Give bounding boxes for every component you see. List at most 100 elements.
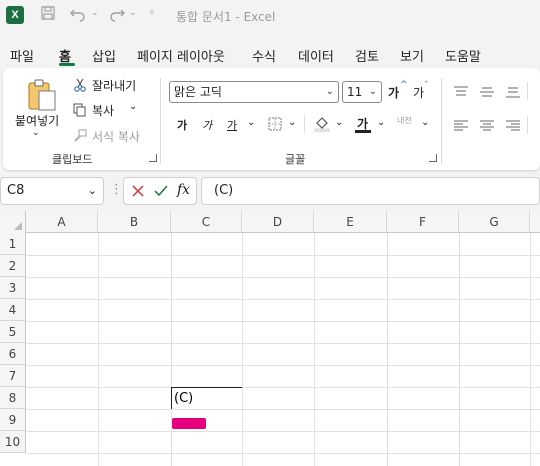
grid-line xyxy=(98,233,99,466)
underline-dropdown-icon[interactable]: ⌄ xyxy=(247,117,255,128)
underline-button[interactable]: 가 xyxy=(227,117,237,133)
align-right-icon[interactable] xyxy=(505,118,521,137)
name-box[interactable]: C8 ⌄ xyxy=(0,177,104,205)
select-all-corner[interactable] xyxy=(0,211,26,233)
row-header-1[interactable]: 1 xyxy=(0,233,26,255)
copy-button[interactable]: 복사 xyxy=(92,102,114,119)
copy-dropdown-icon[interactable]: ⌄ xyxy=(129,101,137,112)
border-icon[interactable] xyxy=(267,116,283,136)
cell-c8[interactable]: (C) xyxy=(174,391,193,406)
row-header-9[interactable]: 9 xyxy=(0,409,26,431)
redo-dropdown-icon[interactable]: ⌄ xyxy=(129,8,137,18)
paste-button-label[interactable]: 붙여넣기 xyxy=(15,112,59,129)
font-size-value: 11 xyxy=(347,85,363,99)
font-color-swatch xyxy=(355,130,371,133)
column-header-e[interactable]: E xyxy=(314,211,387,233)
grid-line xyxy=(26,453,540,454)
formula-buttons: fx xyxy=(123,177,197,205)
ribbon: 붙여넣기 ⌄ 잘라내기 복사 ⌄ 서식 복사 클립보드 맑은 고딕 ⌄ 11 ⌄… xyxy=(3,68,540,170)
border-dropdown-icon[interactable]: ⌄ xyxy=(288,117,296,128)
row-header-3[interactable]: 3 xyxy=(0,277,26,299)
bold-button[interactable]: 가 xyxy=(177,117,187,133)
column-header-a[interactable]: A xyxy=(26,211,98,233)
more-options-icon[interactable]: ⋮ xyxy=(110,183,123,197)
column-header-c[interactable]: C xyxy=(171,211,242,233)
undo-icon[interactable] xyxy=(69,4,87,26)
formula-input[interactable]: (C) xyxy=(201,177,540,205)
tab-file[interactable]: 파일 xyxy=(10,46,34,65)
column-header-b[interactable]: B xyxy=(98,211,171,233)
cut-button[interactable]: 잘라내기 xyxy=(92,77,136,94)
grid-line xyxy=(26,255,540,256)
enter-check-icon[interactable] xyxy=(153,183,169,203)
fill-color-dropdown-icon[interactable]: ⌄ xyxy=(335,117,343,128)
row-header-5[interactable]: 5 xyxy=(0,321,26,343)
tab-insert[interactable]: 삽입 xyxy=(92,46,116,65)
tab-view[interactable]: 보기 xyxy=(400,46,424,65)
excel-app-icon[interactable]: X xyxy=(6,6,24,24)
row-header-4[interactable]: 4 xyxy=(0,299,26,321)
align-center-icon[interactable] xyxy=(479,118,495,137)
clipboard-launcher-icon[interactable] xyxy=(149,154,157,162)
tab-page-layout[interactable]: 페이지 레이아웃 xyxy=(137,46,225,65)
font-size-select[interactable]: 11 ⌄ xyxy=(342,81,382,103)
column-header-f[interactable]: F xyxy=(387,211,459,233)
paste-icon[interactable] xyxy=(25,78,59,116)
grow-font-arrow-icon: ^ xyxy=(400,80,408,90)
font-name-select[interactable]: 맑은 고딕 ⌄ xyxy=(169,81,339,103)
insert-function-icon[interactable]: fx xyxy=(177,182,190,198)
grid-line xyxy=(459,233,460,466)
grid-line xyxy=(26,409,540,410)
ribbon-separator xyxy=(527,82,528,100)
copy-icon[interactable] xyxy=(73,102,87,121)
font-color-dropdown-icon[interactable]: ⌄ xyxy=(377,117,385,128)
align-top-icon[interactable] xyxy=(453,84,469,103)
row-header-6[interactable]: 6 xyxy=(0,343,26,365)
row-header-8[interactable]: 8 xyxy=(0,387,26,409)
select-all-triangle-icon xyxy=(14,222,22,230)
ribbon-separator xyxy=(304,115,305,133)
column-header-g[interactable]: G xyxy=(459,211,530,233)
customize-qat-icon[interactable]: ⩡ xyxy=(149,7,155,18)
title-bar: X ⌄ ⌄ ⩡ 통합 문서1 - Excel xyxy=(0,0,540,32)
italic-button[interactable]: 가 xyxy=(202,117,212,133)
grid-line xyxy=(242,233,243,466)
font-launcher-icon[interactable] xyxy=(429,154,437,162)
save-icon[interactable] xyxy=(40,5,56,25)
row-header-7[interactable]: 7 xyxy=(0,365,26,387)
ribbon-separator xyxy=(441,78,442,164)
grid-line xyxy=(26,299,540,300)
tab-data[interactable]: 데이터 xyxy=(298,46,334,65)
grid-line xyxy=(26,321,540,322)
phonetic-guide-button[interactable]: 내천 xyxy=(397,115,412,126)
grow-font-button[interactable]: 가 xyxy=(388,84,399,101)
fill-color-icon[interactable] xyxy=(313,114,331,136)
row-header-2[interactable]: 2 xyxy=(0,255,26,277)
grid-line xyxy=(171,233,172,466)
tab-review[interactable]: 검토 xyxy=(355,46,379,65)
column-header-d[interactable]: D xyxy=(242,211,314,233)
active-tab-indicator xyxy=(59,63,75,66)
paste-dropdown-icon[interactable]: ⌄ xyxy=(32,128,40,138)
cut-icon[interactable] xyxy=(73,77,87,96)
tab-formulas[interactable]: 수식 xyxy=(252,46,276,65)
shrink-font-arrow-icon: ˇ xyxy=(424,81,429,91)
window-title: 통합 문서1 - Excel xyxy=(176,10,276,24)
row-header-10[interactable]: 10 xyxy=(0,431,26,453)
grid-line xyxy=(26,343,540,344)
undo-dropdown-icon[interactable]: ⌄ xyxy=(91,8,99,18)
align-bottom-icon[interactable] xyxy=(505,84,521,103)
redo-icon[interactable] xyxy=(108,4,126,26)
shrink-font-button[interactable]: 가 xyxy=(413,84,424,101)
tab-help[interactable]: 도움말 xyxy=(445,46,481,65)
worksheet-grid[interactable]: A B C D E F G 1 2 3 4 5 6 7 8 9 10 (C) xyxy=(0,211,540,466)
align-left-icon[interactable] xyxy=(453,118,469,137)
format-painter-button[interactable]: 서식 복사 xyxy=(92,128,140,145)
align-middle-icon[interactable] xyxy=(479,84,495,103)
format-painter-icon[interactable] xyxy=(73,128,87,147)
grid-line xyxy=(26,431,540,432)
chevron-down-icon: ⌄ xyxy=(87,184,97,197)
ribbon-separator xyxy=(527,116,528,134)
phonetic-dropdown-icon[interactable]: ⌄ xyxy=(421,117,429,128)
cancel-icon[interactable] xyxy=(130,183,146,203)
